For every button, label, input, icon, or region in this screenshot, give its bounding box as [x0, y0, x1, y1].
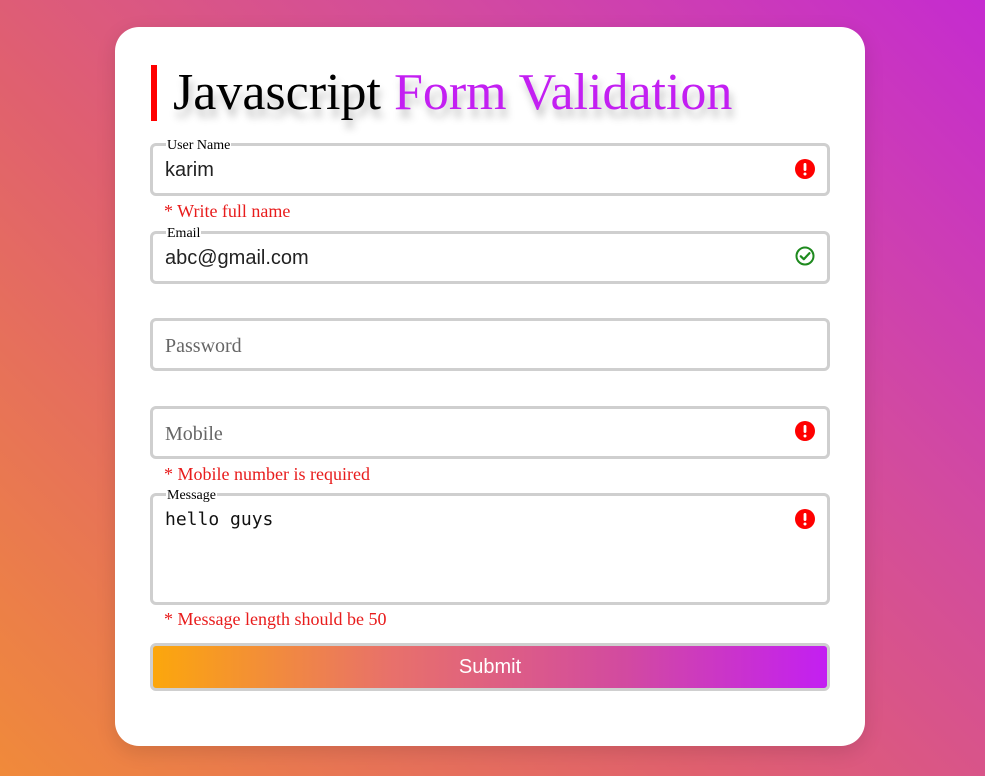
mobile-field[interactable]: Mobile	[150, 406, 830, 459]
exclamation-circle-icon	[795, 421, 815, 441]
submit-button[interactable]: Submit	[150, 643, 830, 691]
password-placeholder[interactable]: Password	[165, 334, 242, 358]
mobile-error: * Mobile number is required	[164, 464, 370, 484]
username-error: * Write full name	[164, 201, 291, 221]
title-part-1: Javascript	[173, 64, 381, 121]
email-label: Email	[166, 226, 202, 241]
username-input-value[interactable]: karim	[165, 158, 214, 182]
email-input-value[interactable]: abc@gmail.com	[165, 246, 309, 270]
check-circle-icon	[795, 246, 815, 266]
title-part-2: Form Validation	[393, 64, 733, 121]
username-field[interactable]: User Name karim	[150, 139, 830, 196]
message-label: Message	[166, 488, 217, 503]
username-label: User Name	[166, 138, 232, 153]
message-field[interactable]: Message hello guys	[150, 489, 830, 605]
password-field[interactable]: Password	[150, 318, 830, 371]
exclamation-circle-icon	[795, 509, 815, 529]
message-textarea-value[interactable]: hello guys	[165, 509, 273, 531]
email-field[interactable]: Email abc@gmail.com	[150, 227, 830, 284]
message-error: * Message length should be 50	[164, 609, 387, 629]
mobile-placeholder[interactable]: Mobile	[165, 422, 223, 446]
form-card: Javascript Form Validation User Name kar…	[115, 27, 865, 746]
page-title: Javascript Form Validation	[151, 65, 732, 121]
exclamation-circle-icon	[795, 159, 815, 179]
